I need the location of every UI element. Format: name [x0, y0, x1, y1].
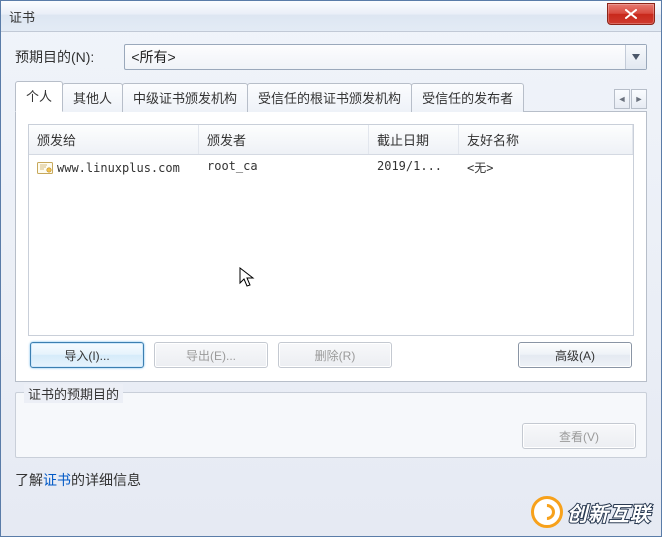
tab-personal[interactable]: 个人 [15, 81, 63, 112]
col-expires[interactable]: 截止日期 [369, 125, 459, 154]
tab-panel: 颁发给 颁发者 截止日期 友好名称 [15, 112, 647, 382]
brand-text: 创新互联 [567, 498, 651, 527]
intended-purposes-group: 证书的预期目的 查看(V) [15, 392, 647, 458]
brand-watermark: 创新互联 [531, 496, 651, 528]
window-title: 证书 [9, 7, 35, 26]
close-icon [625, 9, 637, 19]
remove-button: 删除(R) [278, 342, 392, 368]
tabstrip: 个人 其他人 中级证书颁发机构 受信任的根证书颁发机构 受信任的发布者 ◄ ► [15, 80, 647, 112]
cert-listview[interactable]: 颁发给 颁发者 截止日期 友好名称 [28, 124, 634, 336]
purpose-row: 预期目的(N): <所有> [15, 44, 647, 70]
col-issued-to[interactable]: 颁发给 [29, 125, 199, 154]
window-close-button[interactable] [607, 3, 655, 25]
learn-more-link[interactable]: 证书 [43, 472, 71, 488]
purpose-combo-value: <所有> [131, 47, 175, 67]
col-friendly-name[interactable]: 友好名称 [459, 125, 633, 154]
listview-body: www.linuxplus.com root_ca 2019/1... <无> [29, 155, 633, 180]
tab-scroll-right[interactable]: ► [631, 89, 647, 109]
import-button[interactable]: 导入(I)... [30, 342, 144, 368]
purpose-combo[interactable]: <所有> [124, 44, 647, 70]
cell-issuer: root_ca [199, 159, 369, 176]
button-row: 导入(I)... 导出(E)... 删除(R) 高级(A) [28, 336, 634, 368]
purpose-label: 预期目的(N): [15, 47, 94, 67]
certificates-dialog: 证书 预期目的(N): <所有> 个人 其他人 中级证书颁发机构 受信任的根证书… [0, 0, 662, 537]
view-button: 查看(V) [522, 423, 636, 449]
tab-intermediate-ca[interactable]: 中级证书颁发机构 [122, 83, 248, 112]
cell-friendly: <无> [459, 159, 633, 176]
col-issuer[interactable]: 颁发者 [199, 125, 369, 154]
client-area: 预期目的(N): <所有> 个人 其他人 中级证书颁发机构 受信任的根证书颁发机… [1, 32, 661, 500]
cell-issued-to: www.linuxplus.com [57, 161, 180, 175]
titlebar: 证书 [1, 1, 661, 32]
export-button: 导出(E)... [154, 342, 268, 368]
cell-expires: 2019/1... [369, 159, 459, 176]
listview-header: 颁发给 颁发者 截止日期 友好名称 [29, 125, 633, 155]
chevron-down-icon [625, 45, 646, 69]
certificate-icon [37, 162, 53, 174]
tab-scroll-left[interactable]: ◄ [614, 89, 630, 109]
tab-trusted-publishers[interactable]: 受信任的发布者 [411, 83, 524, 112]
learn-more-line: 了解证书的详细信息 [15, 470, 647, 490]
tab-trusted-root-ca[interactable]: 受信任的根证书颁发机构 [247, 83, 412, 112]
group-legend: 证书的预期目的 [24, 384, 123, 403]
tab-other-people[interactable]: 其他人 [62, 83, 123, 112]
tab-scroll: ◄ ► [614, 89, 647, 109]
table-row[interactable]: www.linuxplus.com root_ca 2019/1... <无> [29, 155, 633, 180]
advanced-button[interactable]: 高级(A) [518, 342, 632, 368]
brand-logo-icon [531, 496, 563, 528]
